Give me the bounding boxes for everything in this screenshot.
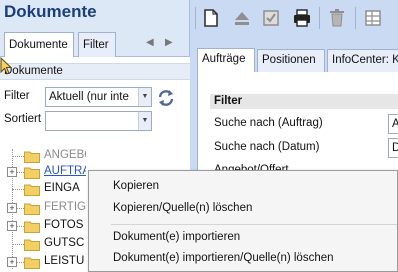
expand-icon[interactable]: + (7, 257, 17, 267)
left-tabbar: Dokumente Filter ◀ ▶ (0, 29, 190, 57)
folder-icon (24, 167, 40, 179)
search-by-date-label: Suche nach (Datum) (214, 141, 320, 153)
folder-icon (24, 203, 40, 215)
sort-label: Sortiert (4, 113, 42, 125)
tab-positionen[interactable]: Positionen (257, 49, 325, 72)
tree-item-angebot[interactable]: ANGEBOT (0, 148, 190, 165)
sort-dropdown[interactable]: ▼ (45, 111, 152, 131)
tree-item-label: FERTIG (44, 201, 86, 213)
grid-icon[interactable] (363, 8, 383, 28)
menu-item-copy[interactable]: Kopieren (113, 176, 159, 196)
tree-item-label: FOTOS (44, 219, 84, 231)
tree-item-label: ANGEBOT (44, 149, 86, 161)
menu-item-import-delete-source[interactable]: Dokument(e) importieren/Quelle(n) lösche… (113, 248, 334, 268)
toolbar-separator (355, 7, 356, 29)
toolbar-separator (195, 7, 196, 29)
toolbar-separator (319, 7, 320, 29)
filter-section-title: Filter (210, 94, 398, 109)
dropdown-arrow-icon[interactable]: ▼ (138, 88, 151, 106)
eject-icon[interactable] (232, 8, 252, 28)
menu-item-copy-delete-source[interactable]: Kopieren/Quelle(n) löschen (113, 198, 252, 218)
expand-icon[interactable]: + (7, 221, 17, 231)
folder-icon (24, 257, 40, 269)
mouse-cursor-icon (0, 57, 12, 75)
tab-filter[interactable]: Filter (78, 32, 116, 57)
pane-title: Dokumente (4, 2, 97, 21)
refresh-icon[interactable] (156, 88, 176, 108)
checkbox-icon[interactable] (261, 8, 281, 28)
toolbar (191, 0, 398, 36)
folder-icon (24, 221, 40, 233)
dropdown-arrow-icon[interactable]: ▼ (138, 112, 151, 130)
folder-icon (24, 184, 40, 196)
context-menu: Kopieren Kopieren/Quelle(n) löschen Doku… (88, 170, 398, 272)
filter-dropdown[interactable]: Aktuell (nur inte ▼ (45, 87, 152, 107)
tab-dokumente[interactable]: Dokumente (4, 32, 74, 57)
new-document-icon[interactable] (201, 8, 221, 28)
filter-dropdown-value: Aktuell (nur inte (49, 91, 129, 103)
folder-icon (24, 239, 40, 251)
folder-icon (24, 151, 40, 163)
filter-label: Filter (4, 90, 30, 102)
search-by-order-input[interactable]: A (388, 114, 398, 134)
detail-tabbar: Aufträge Positionen InfoCenter: Kun (191, 36, 398, 72)
tab-infocenter[interactable]: InfoCenter: Kun (327, 49, 398, 72)
search-by-order-label: Suche nach (Auftrag) (214, 117, 323, 129)
expand-icon[interactable]: + (7, 203, 17, 213)
tab-scroll-left-icon[interactable]: ◀ (146, 37, 154, 48)
menu-item-import[interactable]: Dokument(e) importieren (113, 227, 240, 247)
tree-item-label: EINGA (44, 182, 80, 194)
tree-item-label: GUTSC (44, 237, 85, 249)
tab-auftraege[interactable]: Aufträge (197, 48, 255, 72)
menu-separator (111, 224, 397, 225)
print-icon[interactable] (292, 8, 312, 28)
delete-icon[interactable] (327, 8, 347, 28)
tab-scroll-right-icon[interactable]: ▶ (165, 37, 173, 48)
expand-icon[interactable]: + (7, 167, 17, 177)
search-by-date-input[interactable]: D (388, 138, 398, 158)
tree-item-label: LEISTU (44, 255, 85, 267)
section-header: Dokumente (0, 63, 190, 80)
tree-item-label: AUFTRAG (44, 165, 86, 177)
